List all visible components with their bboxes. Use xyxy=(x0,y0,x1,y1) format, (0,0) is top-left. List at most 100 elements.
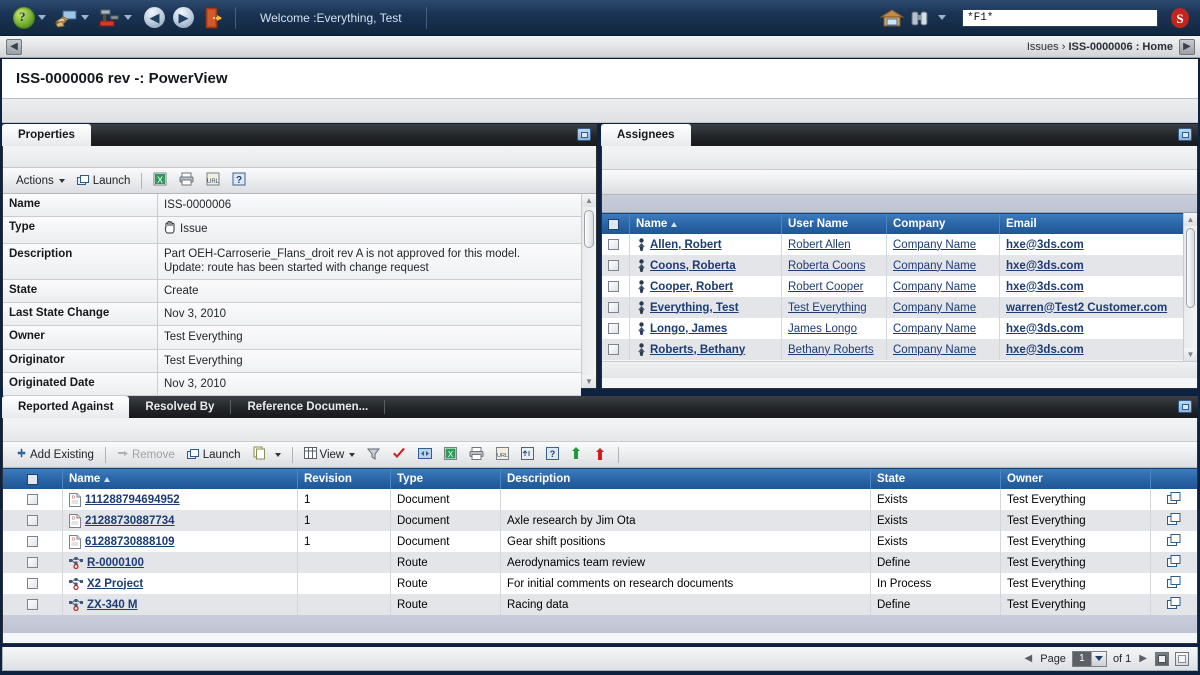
checkbox-icon[interactable] xyxy=(608,218,619,230)
table-row[interactable]: Everything, Test Test Everything Company N… xyxy=(602,297,1183,318)
assignee-company-link[interactable]: Company Name xyxy=(893,260,976,272)
assignee-name-link[interactable]: Cooper, Robert xyxy=(650,281,733,293)
assignee-username-link[interactable]: Roberta Coons xyxy=(788,260,865,272)
launch-button[interactable]: Launch xyxy=(72,174,136,188)
row-checkbox-cell[interactable] xyxy=(602,276,630,297)
related-name-link[interactable]: 61288730888109 xyxy=(85,536,175,548)
row-checkbox[interactable] xyxy=(608,260,619,271)
related-name-link[interactable]: 111288794694952 xyxy=(85,494,180,506)
table-row[interactable]: D 111288794694952 1 Document Exists Test Ever… xyxy=(3,489,1197,510)
assignees-column-header-email[interactable]: Email xyxy=(1000,214,1183,235)
row-checkbox[interactable] xyxy=(27,557,38,568)
row-checkbox-cell[interactable] xyxy=(3,510,63,531)
chevron-down-icon[interactable] xyxy=(38,15,46,20)
assignee-name-link[interactable]: Everything, Test xyxy=(650,302,739,314)
view-mode-expanded-button[interactable] xyxy=(1175,651,1189,666)
tab-properties[interactable]: Properties xyxy=(2,124,91,146)
row-checkbox[interactable] xyxy=(608,344,619,355)
breadcrumb-current[interactable]: ISS-0000006 : Home xyxy=(1068,41,1173,53)
binoculars-icon[interactable] xyxy=(909,8,931,28)
related-launch-cell[interactable] xyxy=(1151,510,1197,531)
related-name-link[interactable]: 21288730887734 xyxy=(85,515,175,527)
tab-reported-against[interactable]: Reported Against xyxy=(2,396,130,418)
remove-button[interactable]: Remove xyxy=(112,447,180,463)
assignee-email-link[interactable]: hxe@3ds.com xyxy=(1006,323,1084,335)
row-checkbox[interactable] xyxy=(27,578,38,589)
view-mode-compact-button[interactable] xyxy=(1155,651,1169,666)
excel-export-button[interactable]: X xyxy=(439,446,462,464)
assignees-column-header-company[interactable]: Company xyxy=(887,213,1000,235)
chevron-down-icon[interactable] xyxy=(81,15,89,20)
assignees-scrollbar[interactable]: ▲ ▼ xyxy=(1183,213,1197,361)
launch-row-icon[interactable] xyxy=(1167,513,1181,528)
related-column-header-state[interactable]: State xyxy=(871,468,1001,490)
related-launch-cell[interactable] xyxy=(1151,573,1197,594)
excel-export-button[interactable]: X xyxy=(148,171,172,190)
row-checkbox[interactable] xyxy=(27,515,38,526)
related-launch-cell[interactable] xyxy=(1151,594,1197,615)
red-arrow-button[interactable] xyxy=(590,446,612,464)
filter-button[interactable] xyxy=(362,446,385,464)
assignee-name-link[interactable]: Allen, Robert xyxy=(650,239,722,251)
view-menu-button[interactable]: View xyxy=(299,446,361,463)
table-row[interactable]: Roberts, Bethany Bethany Roberts Company N… xyxy=(602,339,1183,360)
assignee-username-link[interactable]: Bethany Roberts xyxy=(788,344,874,356)
tab-assignees[interactable]: Assignees xyxy=(601,124,691,146)
expand-button[interactable] xyxy=(516,446,539,464)
scroll-down-arrow-icon[interactable]: ▼ xyxy=(1184,348,1197,361)
related-select-all-checkbox[interactable] xyxy=(3,468,63,490)
assignee-email-link[interactable]: warren@Test2 Customer.com xyxy=(1006,302,1167,314)
breadcrumb-back-button[interactable]: ◀ xyxy=(6,38,22,55)
page-select[interactable]: 1 xyxy=(1071,650,1107,667)
assignees-select-all-checkbox[interactable] xyxy=(602,213,630,235)
related-launch-cell[interactable] xyxy=(1151,489,1197,510)
assignee-email-link[interactable]: hxe@3ds.com xyxy=(1006,344,1084,356)
assignees-maximize-button[interactable] xyxy=(1178,128,1192,141)
related-name-link[interactable]: R-0000100 xyxy=(87,557,144,569)
s-logo-icon[interactable]: S xyxy=(1168,6,1192,30)
table-row[interactable]: R-0000100 Route Aerodynamics team review De… xyxy=(3,552,1197,573)
home-icon[interactable] xyxy=(879,8,905,28)
row-checkbox[interactable] xyxy=(608,239,619,250)
table-row[interactable]: Coons, Roberta Roberta Coons Company Name h… xyxy=(602,255,1183,276)
row-checkbox[interactable] xyxy=(27,536,38,547)
next-page-button[interactable]: ▶ xyxy=(1137,653,1149,664)
tab-resolved-by[interactable]: Resolved By xyxy=(129,396,230,418)
chevron-down-icon[interactable] xyxy=(274,452,281,457)
table-row[interactable]: D 21288730887734 1 Document Axle research by… xyxy=(3,510,1197,531)
assignee-company-link[interactable]: Company Name xyxy=(893,344,976,356)
assignee-username-link[interactable]: Robert Allen xyxy=(788,239,851,251)
related-launch-cell[interactable] xyxy=(1151,552,1197,573)
assignee-name-link[interactable]: Roberts, Bethany xyxy=(650,344,745,356)
chevron-down-icon[interactable] xyxy=(1090,651,1106,666)
row-checkbox-cell[interactable] xyxy=(3,573,63,594)
green-arrow-button[interactable] xyxy=(566,446,588,464)
help-button[interactable]: ? xyxy=(227,171,251,190)
compare-button[interactable] xyxy=(413,446,437,464)
add-existing-button[interactable]: Add Existing xyxy=(11,447,99,463)
assignee-email-link[interactable]: hxe@3ds.com xyxy=(1006,281,1084,293)
collaboration-button[interactable] xyxy=(53,3,96,33)
related-name-link[interactable]: X2 Project xyxy=(87,578,143,590)
checkmark-button[interactable] xyxy=(387,446,411,464)
exit-button[interactable] xyxy=(203,3,225,33)
related-column-header-owner[interactable]: Owner xyxy=(1001,468,1151,490)
assignee-username-link[interactable]: James Longo xyxy=(788,323,857,335)
forward-button[interactable]: ▶ xyxy=(172,3,195,33)
url-button[interactable]: URL xyxy=(491,446,514,464)
assignee-email-link[interactable]: hxe@3ds.com xyxy=(1006,260,1084,272)
assignee-name-link[interactable]: Coons, Roberta xyxy=(650,260,736,272)
scroll-up-arrow-icon[interactable]: ▲ xyxy=(582,194,596,207)
assignees-column-header-user-name[interactable]: User Name xyxy=(782,213,887,235)
row-checkbox[interactable] xyxy=(608,323,619,334)
tools-button[interactable] xyxy=(96,3,139,33)
table-row[interactable]: ZX-340 M Route Racing data Define Test Every… xyxy=(3,594,1197,615)
checkbox-icon[interactable] xyxy=(27,473,38,485)
related-column-header-revision[interactable]: Revision xyxy=(298,468,391,490)
scrollbar-thumb[interactable] xyxy=(1186,228,1195,308)
row-checkbox-cell[interactable] xyxy=(602,318,630,339)
chevron-down-icon[interactable] xyxy=(938,15,946,20)
print-button[interactable] xyxy=(174,171,199,190)
launch-row-icon[interactable] xyxy=(1167,576,1181,591)
table-row[interactable]: Cooper, Robert Robert Cooper Company Name h… xyxy=(602,276,1183,297)
